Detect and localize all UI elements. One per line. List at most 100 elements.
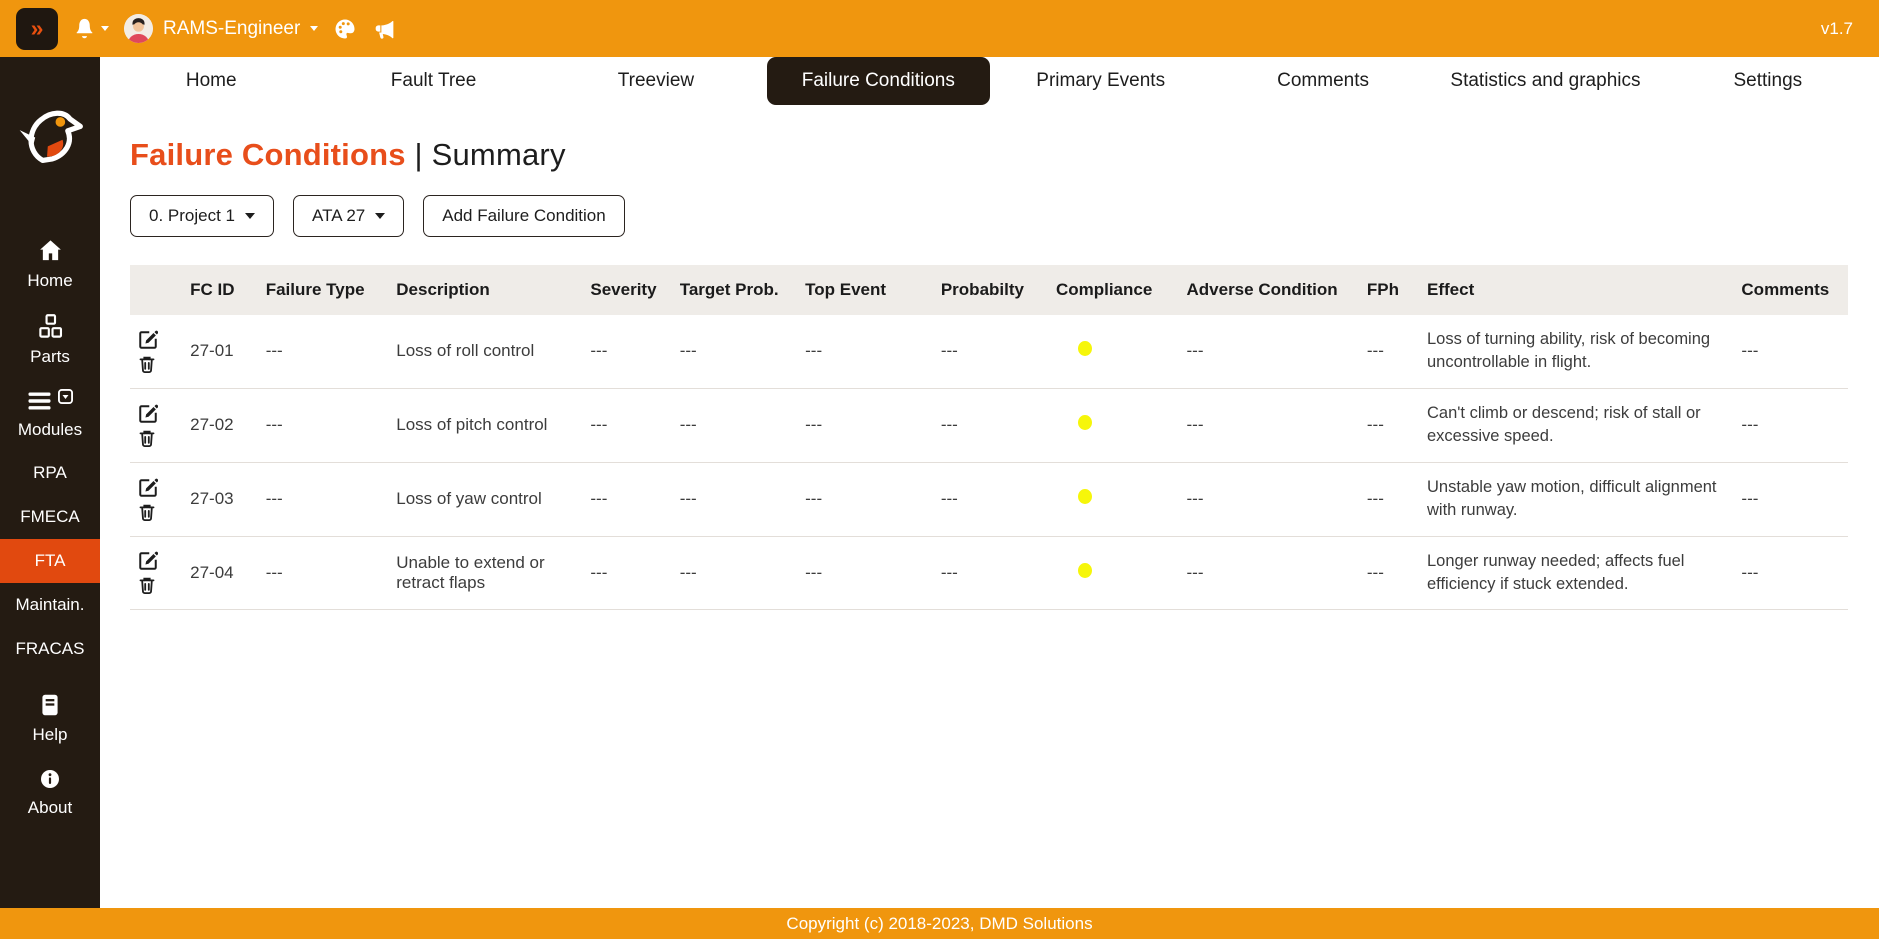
project-dropdown[interactable]: 0. Project 1 bbox=[130, 195, 274, 237]
cell-probability: --- bbox=[940, 415, 958, 435]
failure-conditions-table: FC ID Failure Type Description Severity … bbox=[130, 265, 1848, 610]
tab-primary-events[interactable]: Primary Events bbox=[990, 57, 1212, 105]
sidebar-item-modules[interactable]: Modules bbox=[0, 378, 100, 451]
bell-icon bbox=[76, 18, 93, 39]
cell-top-event: --- bbox=[805, 415, 823, 435]
cubes-icon bbox=[38, 314, 62, 338]
sidebar-item-home[interactable]: Home bbox=[0, 226, 100, 302]
palette-icon bbox=[335, 19, 355, 38]
header-description: Description bbox=[396, 280, 490, 299]
robin-bird-logo-icon bbox=[19, 110, 83, 164]
delete-row-button[interactable] bbox=[138, 355, 156, 373]
theme-palette-button[interactable] bbox=[333, 17, 357, 41]
cell-probability: --- bbox=[940, 489, 958, 509]
cell-top-event: --- bbox=[805, 341, 823, 361]
table-row: 27-04 --- Unable to extend or retract fl… bbox=[130, 536, 1848, 610]
sidebar-item-parts[interactable]: Parts bbox=[0, 302, 100, 378]
info-icon bbox=[41, 770, 59, 788]
app-logo[interactable] bbox=[13, 99, 87, 178]
sidebar-item-fta[interactable]: FTA bbox=[0, 539, 100, 583]
cell-fph: --- bbox=[1366, 415, 1384, 435]
delete-row-button[interactable] bbox=[138, 576, 156, 595]
tab-comments[interactable]: Comments bbox=[1212, 57, 1434, 105]
table-row: 27-03 --- Loss of yaw control --- --- --… bbox=[130, 462, 1848, 537]
sidebar-collapse-button[interactable]: » bbox=[16, 7, 58, 50]
megaphone-icon bbox=[375, 19, 394, 39]
cell-adverse-condition: --- bbox=[1186, 562, 1204, 582]
module-dropdown-box-icon bbox=[58, 389, 73, 404]
edit-row-button[interactable] bbox=[138, 551, 159, 571]
cell-fc-id: 27-01 bbox=[190, 341, 234, 361]
header-top-event: Top Event bbox=[805, 280, 887, 299]
cell-effect: Longer runway needed; affects fuel effic… bbox=[1427, 551, 1685, 593]
sidebar-item-maintain[interactable]: Maintain. bbox=[0, 583, 100, 627]
cell-fc-id: 27-03 bbox=[190, 489, 234, 509]
header-probability: Probabilty bbox=[940, 280, 1024, 299]
header-fph: FPh bbox=[1366, 280, 1399, 299]
page-title-main: Failure Conditions bbox=[130, 137, 406, 172]
tab-failure-conditions[interactable]: Failure Conditions bbox=[767, 57, 990, 105]
header-failure-type: Failure Type bbox=[265, 280, 365, 299]
edit-pencil-icon bbox=[139, 478, 159, 497]
announcements-button[interactable] bbox=[372, 16, 397, 41]
cell-fph: --- bbox=[1366, 341, 1384, 361]
cell-failure-type: --- bbox=[265, 341, 283, 361]
book-icon bbox=[42, 694, 58, 716]
menu-bars-icon bbox=[28, 392, 51, 410]
cell-target-prob: --- bbox=[679, 562, 697, 582]
cell-failure-type: --- bbox=[265, 489, 283, 509]
cell-effect: Loss of turning ability, risk of becomin… bbox=[1427, 330, 1711, 372]
add-failure-condition-button[interactable]: Add Failure Condition bbox=[423, 195, 625, 237]
cell-top-event: --- bbox=[805, 489, 823, 509]
cell-fph: --- bbox=[1366, 489, 1384, 509]
cell-fph: --- bbox=[1366, 562, 1384, 582]
tab-treeview[interactable]: Treeview bbox=[545, 57, 767, 105]
table-row: 27-01 --- Loss of roll control --- --- -… bbox=[130, 315, 1848, 389]
header-adverse-condition: Adverse Condition bbox=[1186, 280, 1338, 299]
module-tabs: Home Fault Tree Treeview Failure Conditi… bbox=[100, 57, 1879, 105]
chevron-down-icon bbox=[310, 26, 319, 31]
edit-row-button[interactable] bbox=[138, 330, 159, 350]
cell-comments: --- bbox=[1741, 341, 1759, 361]
sidebar-item-about[interactable]: About bbox=[0, 756, 100, 829]
user-menu[interactable]: RAMS-Engineer bbox=[124, 14, 319, 43]
topbar: » RAMS-Engineer v1.7 bbox=[0, 0, 1879, 57]
cell-top-event: --- bbox=[805, 562, 823, 582]
home-icon bbox=[39, 240, 61, 261]
tab-fault-tree[interactable]: Fault Tree bbox=[322, 57, 544, 105]
sidebar-item-rpa[interactable]: RPA bbox=[0, 451, 100, 495]
tab-settings[interactable]: Settings bbox=[1657, 57, 1879, 105]
chevron-down-icon bbox=[245, 213, 255, 219]
edit-row-button[interactable] bbox=[138, 478, 159, 498]
delete-row-button[interactable] bbox=[138, 429, 156, 447]
cell-severity: --- bbox=[590, 341, 608, 361]
sidebar-item-help[interactable]: Help bbox=[0, 681, 100, 756]
sidebar-item-fmeca[interactable]: FMECA bbox=[0, 495, 100, 539]
tab-statistics-and-graphics[interactable]: Statistics and graphics bbox=[1434, 57, 1656, 105]
compliance-status-indicator bbox=[1077, 562, 1092, 578]
table-row: 27-02 --- Loss of pitch control --- --- … bbox=[130, 388, 1848, 463]
sidebar-item-fracas[interactable]: FRACAS bbox=[0, 627, 100, 671]
edit-row-button[interactable] bbox=[138, 404, 159, 424]
cell-target-prob: --- bbox=[679, 489, 697, 509]
cell-fc-id: 27-04 bbox=[190, 562, 234, 582]
header-compliance: Compliance bbox=[1055, 280, 1153, 299]
ata-chapter-dropdown[interactable]: ATA 27 bbox=[293, 195, 405, 237]
cell-probability: --- bbox=[940, 562, 958, 582]
notifications-dropdown[interactable] bbox=[73, 17, 109, 40]
header-target-prob: Target Prob. bbox=[679, 280, 779, 299]
edit-pencil-icon bbox=[139, 330, 159, 349]
cell-probability: --- bbox=[940, 341, 958, 361]
chevron-down-icon bbox=[375, 213, 386, 219]
compliance-status-indicator bbox=[1077, 415, 1092, 431]
edit-pencil-icon bbox=[139, 404, 159, 423]
tab-home[interactable]: Home bbox=[100, 57, 322, 105]
delete-row-button[interactable] bbox=[138, 503, 156, 521]
cell-target-prob: --- bbox=[679, 341, 697, 361]
toolbar: 0. Project 1 ATA 27 Add Failure Conditio… bbox=[130, 195, 1848, 237]
cell-severity: --- bbox=[590, 489, 608, 509]
cell-severity: --- bbox=[590, 415, 608, 435]
cell-comments: --- bbox=[1741, 562, 1759, 582]
cell-failure-type: --- bbox=[265, 562, 283, 582]
compliance-status-indicator bbox=[1077, 341, 1092, 357]
